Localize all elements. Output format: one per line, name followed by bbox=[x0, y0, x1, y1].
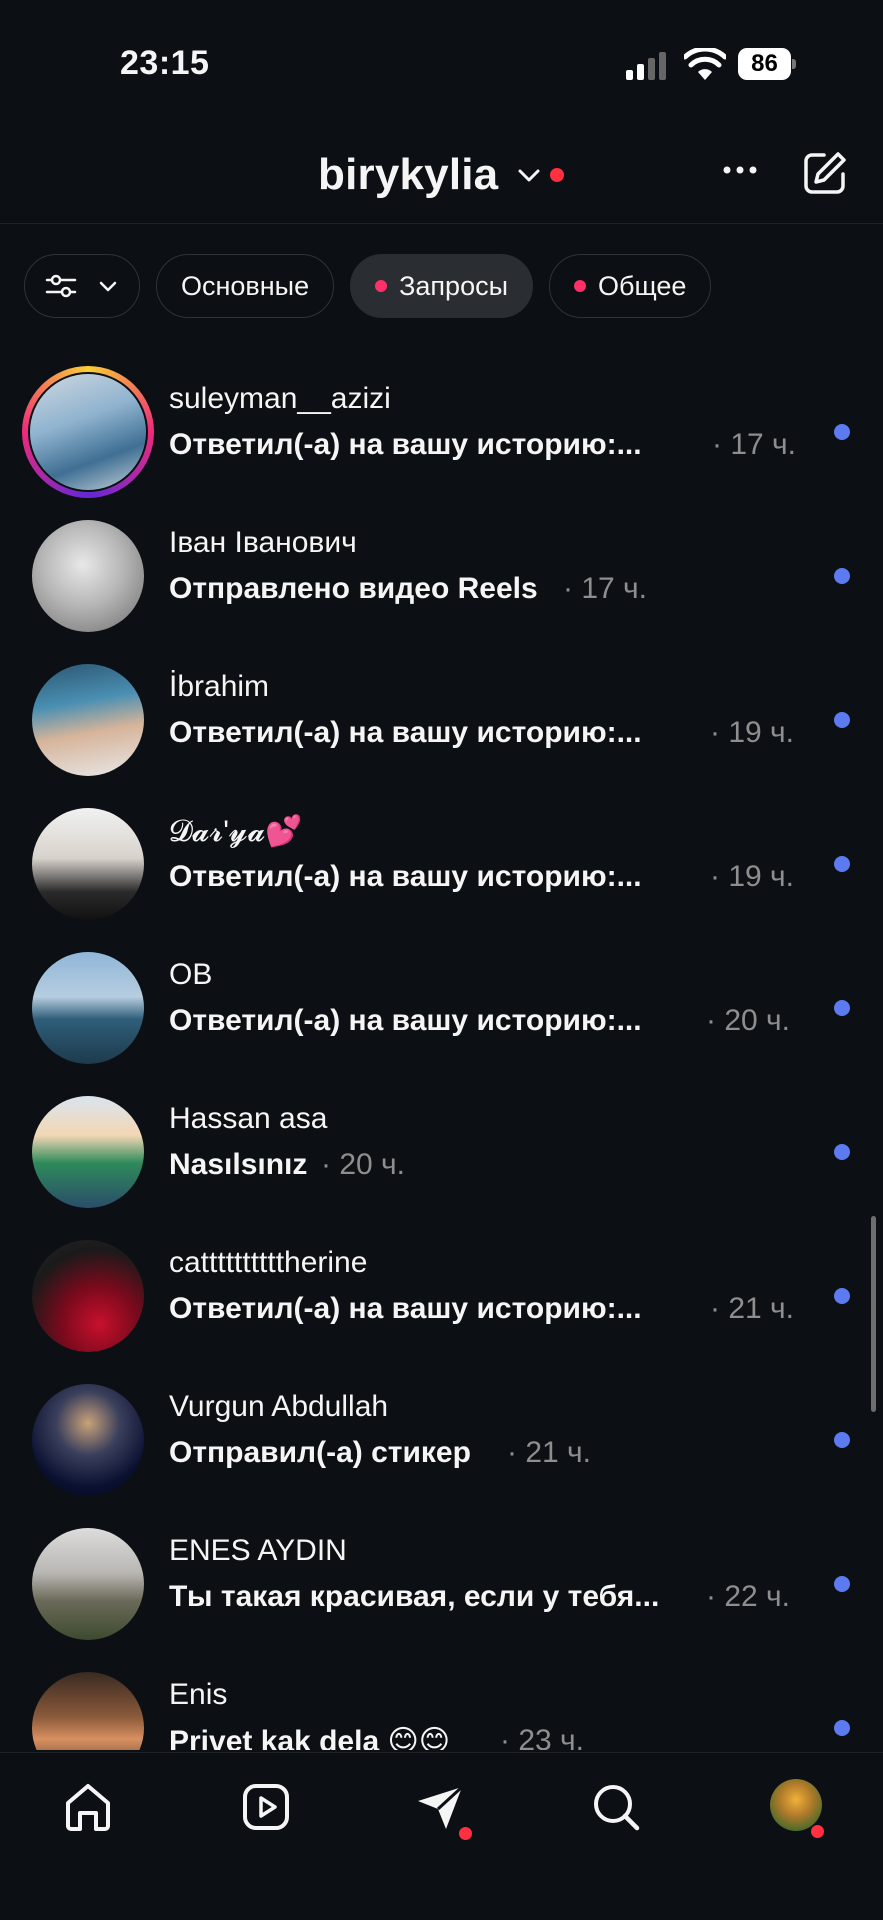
thread-row[interactable]: cattttttttttherine Ответил(-а) на вашу и… bbox=[0, 1224, 883, 1368]
unread-dot bbox=[834, 568, 850, 584]
chevron-down-icon bbox=[99, 281, 117, 292]
thread-preview: Ответил(-а) на вашу историю:... bbox=[169, 1004, 642, 1037]
thread-name: Hassan asa bbox=[169, 1102, 328, 1135]
compose-message-icon[interactable] bbox=[802, 150, 848, 196]
unread-dot bbox=[834, 1720, 850, 1736]
thread-row[interactable]: 𝓓𝓪𝓻'𝔂𝓪💕 Ответил(-а) на вашу историю:... … bbox=[0, 792, 883, 936]
thread-name: suleyman__azizi bbox=[169, 382, 391, 415]
profile-avatar[interactable] bbox=[770, 1779, 822, 1831]
thread-time: · 21 ч. bbox=[507, 1436, 591, 1469]
search-icon[interactable] bbox=[588, 1779, 644, 1835]
bottom-nav bbox=[0, 1752, 883, 1920]
thread-time: · 17 ч. bbox=[563, 572, 647, 605]
thread-preview: Ответил(-а) на вашу историю:... bbox=[169, 716, 642, 749]
tab-label: Общее bbox=[598, 270, 687, 301]
reels-icon[interactable] bbox=[238, 1779, 294, 1835]
direct-inbox-screen: 23:15 86 birykylia Основные Запросы Обще… bbox=[0, 0, 883, 1920]
thread-time: · 20 ч. bbox=[706, 1004, 790, 1037]
thread-row[interactable]: Enis Privet kak dela 😊😊 · 23 ч. bbox=[0, 1656, 883, 1750]
thread-name: Enis bbox=[169, 1678, 228, 1711]
unread-dot bbox=[834, 712, 850, 728]
avatar bbox=[32, 952, 144, 1064]
thread-row[interactable]: OB Ответил(-а) на вашу историю:... · 20 … bbox=[0, 936, 883, 1080]
thread-name: OB bbox=[169, 958, 213, 991]
avatar bbox=[32, 1384, 144, 1496]
account-switcher-title[interactable]: birykylia bbox=[318, 150, 498, 200]
battery-indicator: 86 bbox=[738, 48, 796, 80]
thread-time: · 19 ч. bbox=[710, 860, 794, 893]
thread-name: ENES AYDIN bbox=[169, 1534, 347, 1567]
unread-dot bbox=[834, 856, 850, 872]
unread-dot bbox=[834, 1288, 850, 1304]
thread-time: · 23 ч. bbox=[500, 1724, 584, 1750]
avatar bbox=[32, 1672, 144, 1750]
scrollbar[interactable] bbox=[871, 1216, 876, 1412]
wifi-icon bbox=[684, 48, 726, 80]
thread-row[interactable]: İbrahim Ответил(-а) на вашу историю:... … bbox=[0, 648, 883, 792]
thread-list: suleyman__azizi Ответил(-а) на вашу исто… bbox=[0, 360, 883, 1750]
unread-dot bbox=[834, 1144, 850, 1160]
thread-time: · 20 ч. bbox=[321, 1148, 405, 1181]
status-time: 23:15 bbox=[120, 44, 210, 82]
tab-general[interactable]: Общее bbox=[549, 254, 712, 318]
filter-button[interactable] bbox=[24, 254, 140, 318]
direct-messages-icon[interactable] bbox=[412, 1779, 468, 1835]
avatar bbox=[30, 374, 146, 490]
filter-sliders-icon bbox=[45, 274, 77, 298]
avatar bbox=[32, 1240, 144, 1352]
status-bar: 23:15 86 bbox=[0, 0, 883, 120]
home-icon[interactable] bbox=[60, 1779, 116, 1835]
tab-notification-dot bbox=[574, 280, 586, 292]
inbox-tabs: Основные Запросы Общее bbox=[24, 254, 712, 318]
avatar bbox=[32, 664, 144, 776]
tab-label: Основные bbox=[181, 270, 310, 301]
thread-row[interactable]: ENES AYDIN Ты такая красивая, если у теб… bbox=[0, 1512, 883, 1656]
signal-icon bbox=[626, 52, 668, 80]
avatar bbox=[32, 520, 144, 632]
unread-dot bbox=[834, 1000, 850, 1016]
more-options-icon[interactable] bbox=[718, 148, 762, 192]
unread-dot bbox=[834, 1576, 850, 1592]
battery-level: 86 bbox=[738, 48, 791, 80]
profile-notification-dot bbox=[811, 1825, 824, 1838]
thread-name: İbrahim bbox=[169, 670, 270, 703]
thread-name: cattttttttttherine bbox=[169, 1246, 368, 1279]
thread-preview: Ответил(-а) на вашу историю:... bbox=[169, 1292, 642, 1325]
thread-time: · 22 ч. bbox=[706, 1580, 790, 1613]
thread-time: · 19 ч. bbox=[710, 716, 794, 749]
thread-time: · 17 ч. bbox=[712, 428, 796, 461]
thread-preview: Отправил(-а) стикер bbox=[169, 1436, 471, 1469]
thread-row[interactable]: Hassan asa Nasılsınız · 20 ч. bbox=[0, 1080, 883, 1224]
unread-dot bbox=[834, 424, 850, 440]
thread-row[interactable]: suleyman__azizi Ответил(-а) на вашу исто… bbox=[0, 360, 883, 504]
messages-notification-dot bbox=[459, 1827, 472, 1840]
thread-name: Vurgun Abdullah bbox=[169, 1390, 389, 1423]
avatar bbox=[32, 1096, 144, 1208]
avatar bbox=[32, 808, 144, 920]
thread-name: Іван Іванович bbox=[169, 526, 357, 559]
thread-preview: Отправлено видео Reels bbox=[169, 572, 538, 605]
account-notification-dot bbox=[550, 168, 564, 182]
tab-requests[interactable]: Запросы bbox=[350, 254, 533, 318]
thread-preview: Ты такая красивая, если у тебя... bbox=[169, 1580, 660, 1613]
thread-preview: Ответил(-а) на вашу историю:... bbox=[169, 860, 642, 893]
inbox-header: birykylia bbox=[0, 120, 883, 224]
thread-name: 𝓓𝓪𝓻'𝔂𝓪💕 bbox=[169, 815, 303, 848]
chevron-down-icon[interactable] bbox=[516, 162, 542, 188]
thread-preview: Privet kak dela 😊😊 bbox=[169, 1725, 451, 1750]
thread-row[interactable]: Vurgun Abdullah Отправил(-а) стикер · 21… bbox=[0, 1368, 883, 1512]
tab-primary[interactable]: Основные bbox=[156, 254, 335, 318]
thread-preview: Nasılsınız bbox=[169, 1148, 308, 1181]
thread-preview: Ответил(-а) на вашу историю:... bbox=[169, 428, 642, 461]
unread-dot bbox=[834, 1432, 850, 1448]
thread-time: · 21 ч. bbox=[710, 1292, 794, 1325]
thread-row[interactable]: Іван Іванович Отправлено видео Reels · 1… bbox=[0, 504, 883, 648]
tab-notification-dot bbox=[375, 280, 388, 292]
avatar bbox=[32, 1528, 144, 1640]
tab-label: Запросы bbox=[399, 270, 508, 301]
